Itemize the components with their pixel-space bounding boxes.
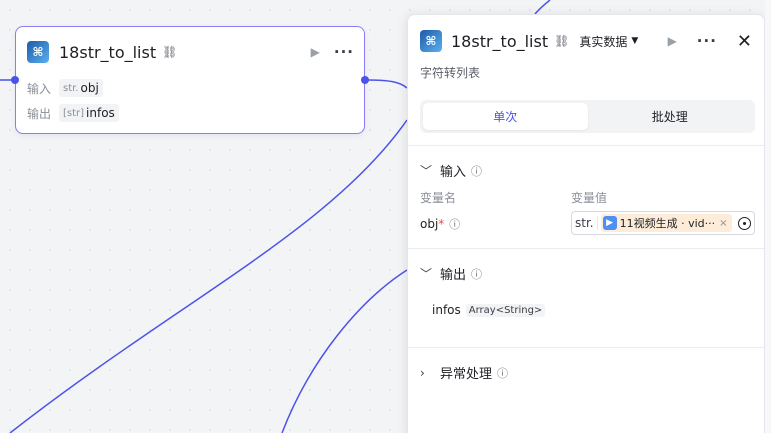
param-name: obj bbox=[420, 217, 439, 231]
run-node-icon[interactable]: ▶ bbox=[311, 45, 320, 59]
wire-out-to-panel bbox=[366, 79, 408, 89]
workflow-node-card[interactable]: ⌘ 18str_to_list ⛓ ▶ ··· 输入 str. obj 输出 [… bbox=[11, 26, 369, 134]
output-row-label: 输出 bbox=[27, 106, 52, 121]
more-options-icon[interactable]: ··· bbox=[697, 32, 717, 50]
link-icon[interactable]: ⛓ bbox=[554, 34, 569, 48]
output-section-header[interactable]: ﹀ 输出 ⓘ bbox=[420, 264, 482, 283]
error-section-header[interactable]: › 异常处理 ⓘ bbox=[420, 363, 508, 383]
node-input-row: 输入 str. obj bbox=[27, 79, 103, 97]
output-section-title: 输出 bbox=[440, 268, 467, 283]
output-type-label: [str] bbox=[63, 107, 85, 119]
more-options-icon[interactable]: ··· bbox=[334, 43, 354, 61]
output-variable-row: infos Array<String> bbox=[432, 303, 546, 317]
output-var-name: infos bbox=[432, 303, 461, 317]
panel-subtitle: 字符转列表 bbox=[420, 66, 481, 80]
input-port[interactable] bbox=[11, 76, 19, 84]
tab-single[interactable]: 单次 bbox=[423, 103, 588, 130]
panel-title: 18str_to_list bbox=[451, 31, 549, 51]
value-type-prefix: str. bbox=[575, 216, 598, 230]
output-var-tag: [str] infos bbox=[59, 104, 119, 122]
node-output-row: 输出 [str] infos bbox=[27, 104, 119, 122]
link-icon[interactable]: ⛓ bbox=[162, 45, 177, 59]
chevron-down-icon: ﹀ bbox=[420, 267, 433, 281]
run-mode-tabs: 单次 批处理 bbox=[420, 100, 755, 133]
input-var-tag: str. obj bbox=[59, 79, 103, 97]
param-obj: obj * ⓘ bbox=[420, 216, 460, 232]
output-port[interactable] bbox=[361, 76, 369, 84]
run-node-icon[interactable]: ▶ bbox=[668, 34, 677, 48]
remove-reference-icon[interactable]: × bbox=[719, 218, 727, 229]
code-app-icon: ⌘ bbox=[420, 30, 442, 52]
right-edge-scrollbar[interactable] bbox=[765, 0, 771, 433]
output-var-type: Array<String> bbox=[465, 303, 546, 317]
node-settings-panel: ⌘ 18str_to_list ⛓ 真实数据 ▼ ▶ ··· ✕ 字符转列表 单… bbox=[407, 14, 765, 433]
target-select-icon[interactable] bbox=[738, 216, 751, 230]
reference-text: 11视频生成 · vid··· bbox=[619, 217, 716, 230]
input-type-label: str. bbox=[63, 82, 79, 94]
output-var-name: infos bbox=[86, 106, 115, 120]
info-icon[interactable]: ⓘ bbox=[471, 266, 482, 282]
variable-reference-chip[interactable]: ▶ 11视频生成 · vid··· × bbox=[600, 214, 732, 232]
column-label-value: 变量值 bbox=[571, 191, 608, 205]
error-section-title: 异常处理 bbox=[440, 367, 493, 382]
video-node-icon: ▶ bbox=[602, 216, 617, 230]
wire-bottom bbox=[281, 269, 408, 433]
info-icon[interactable]: ⓘ bbox=[449, 216, 460, 232]
input-section-header[interactable]: ﹀ 输入 ⓘ bbox=[420, 161, 482, 180]
tab-batch[interactable]: 批处理 bbox=[588, 103, 753, 130]
required-mark: * bbox=[438, 217, 445, 231]
code-app-icon: ⌘ bbox=[27, 41, 49, 63]
close-icon[interactable]: ✕ bbox=[737, 31, 752, 52]
input-section-title: 输入 bbox=[440, 165, 467, 180]
divider bbox=[408, 347, 764, 348]
panel-header: ⌘ 18str_to_list ⛓ 真实数据 ▼ ▶ ··· ✕ bbox=[420, 28, 752, 54]
column-label-name: 变量名 bbox=[420, 191, 457, 205]
divider bbox=[408, 145, 764, 146]
wire-long-curve bbox=[9, 119, 408, 433]
chevron-right-icon: › bbox=[420, 365, 425, 380]
node-title: 18str_to_list bbox=[59, 42, 157, 62]
divider bbox=[408, 248, 764, 249]
info-icon[interactable]: ⓘ bbox=[471, 163, 482, 179]
caret-down-icon: ▼ bbox=[631, 36, 639, 46]
input-var-name: obj bbox=[80, 81, 99, 95]
param-value-input[interactable]: str. ▶ 11视频生成 · vid··· × bbox=[571, 211, 755, 235]
data-mode-label: 真实数据 bbox=[579, 34, 628, 49]
node-header: ⌘ 18str_to_list ⛓ ▶ ··· bbox=[27, 40, 354, 64]
chevron-down-icon: ﹀ bbox=[420, 164, 433, 178]
wire-top bbox=[534, 0, 551, 15]
info-icon[interactable]: ⓘ bbox=[497, 365, 508, 381]
input-row-label: 输入 bbox=[27, 81, 52, 96]
data-mode-select[interactable]: 真实数据 ▼ bbox=[579, 33, 638, 50]
